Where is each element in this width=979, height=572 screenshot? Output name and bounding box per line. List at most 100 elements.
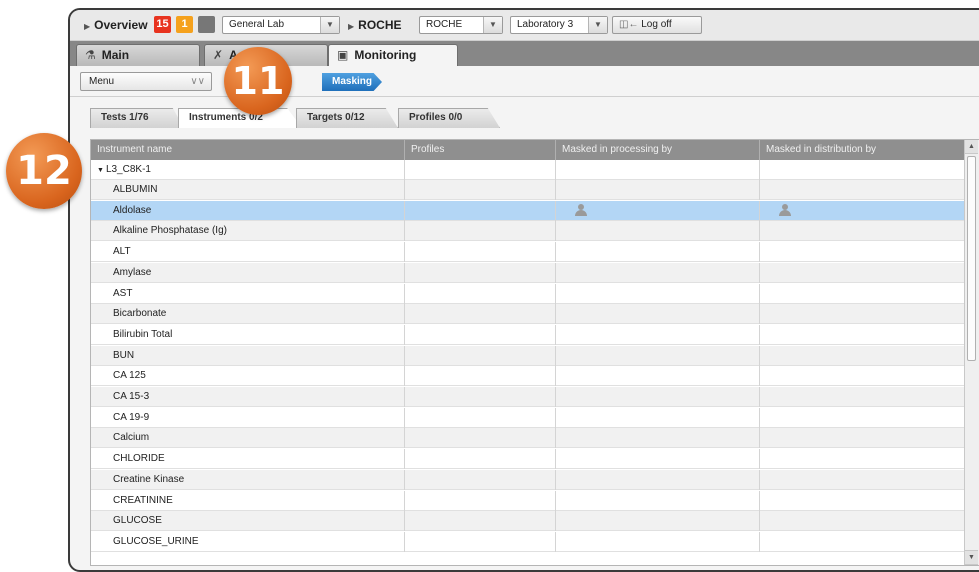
table-row[interactable]: CA 15-3 <box>91 387 965 407</box>
laboratory-select[interactable]: Laboratory 3 ▼ <box>510 16 608 34</box>
table-row[interactable]: CA 125 <box>91 366 965 387</box>
instruments-table: Instrument name Profiles Masked in proce… <box>90 139 979 566</box>
masked-distribution-cell <box>760 221 965 241</box>
table-row[interactable]: BUN <box>91 345 965 366</box>
masked-processing-cell <box>556 324 760 345</box>
subtab-targets[interactable]: Targets 0/12 <box>296 108 398 128</box>
info-badge[interactable] <box>198 16 215 33</box>
roche-select[interactable]: ROCHE ▼ <box>419 16 503 34</box>
column-header-instrument-name[interactable]: Instrument name <box>91 140 405 160</box>
table-row[interactable]: Aldolase <box>91 200 965 221</box>
table-row[interactable]: Creatine Kinase <box>91 469 965 490</box>
subtab-tests[interactable]: Tests 1/76 <box>90 108 184 128</box>
table-row[interactable]: GLUCOSE <box>91 511 965 532</box>
tools-icon: ✗ <box>213 48 224 62</box>
alert-count-badge[interactable]: 15 <box>154 16 171 33</box>
table-row[interactable]: CREATININE <box>91 490 965 511</box>
column-header-profiles[interactable]: Profiles <box>405 140 556 160</box>
scroll-thumb[interactable] <box>967 156 976 361</box>
masked-distribution-cell <box>760 242 965 262</box>
column-header-masked-distribution[interactable]: Masked in distribution by <box>760 140 965 160</box>
dropdown-arrow-icon: ▼ <box>483 17 502 33</box>
subtab-profiles[interactable]: Profiles 0/0 <box>398 108 500 128</box>
triangle-right-icon: ▶ <box>84 22 91 31</box>
masked-processing-cell <box>556 200 760 221</box>
table-row[interactable]: Bicarbonate <box>91 304 965 325</box>
instrument-name-cell: GLUCOSE <box>91 511 405 532</box>
masked-distribution-cell <box>760 408 965 428</box>
instrument-name-cell: CA 19-9 <box>91 407 405 428</box>
table-row[interactable]: Amylase <box>91 262 965 283</box>
instrument-name-cell: BUN <box>91 345 405 366</box>
monitor-icon: ▣ <box>337 48 349 62</box>
triangle-right-icon: ▶ <box>348 22 355 31</box>
table-row[interactable]: CA 19-9 <box>91 407 965 428</box>
overview-link[interactable]: ▶ Overview <box>84 16 148 34</box>
instrument-name-cell: Amylase <box>91 262 405 283</box>
instrument-name-cell: AST <box>91 283 405 304</box>
masked-processing-cell <box>556 160 760 180</box>
profiles-cell <box>405 511 556 532</box>
dropdown-arrow-icon: ▼ <box>320 17 339 33</box>
masked-distribution-cell <box>760 449 965 469</box>
masked-distribution-cell <box>760 201 965 221</box>
masked-distribution-cell <box>760 304 965 324</box>
user-icon <box>575 203 587 216</box>
instrument-name-cell: Bilirubin Total <box>91 324 405 345</box>
tab-main[interactable]: ⚗ Main <box>76 44 200 66</box>
main-tab-bar: ⚗ Main ✗ A ▣ Monitoring <box>70 41 979 66</box>
table-row[interactable]: AST <box>91 283 965 304</box>
expand-triangle-icon[interactable]: ▼ <box>97 167 104 174</box>
profiles-cell <box>405 469 556 490</box>
logoff-button[interactable]: ◫← Log off <box>612 16 702 34</box>
table-row[interactable]: Bilirubin Total <box>91 324 965 345</box>
profiles-cell <box>405 449 556 470</box>
table-row[interactable]: Alkaline Phosphatase (Ig) <box>91 221 965 242</box>
masked-processing-cell <box>556 366 760 387</box>
instrument-name-cell: CREATININE <box>91 490 405 511</box>
scroll-down-icon[interactable]: ▼ <box>965 550 978 565</box>
user-icon <box>779 203 791 216</box>
scroll-up-icon[interactable]: ▲ <box>965 140 978 154</box>
top-bar: ▶ Overview 15 1 General Lab ▼ ▶ ROCHE ROCH… <box>70 10 979 41</box>
lab-select[interactable]: General Lab ▼ <box>222 16 340 34</box>
profiles-cell <box>405 531 556 552</box>
masking-button[interactable]: Masking <box>322 73 382 91</box>
flask-icon: ⚗ <box>85 48 96 62</box>
toolbar: Menu ∨∨ Masking <box>70 66 979 97</box>
table-row[interactable]: ALBUMIN <box>91 180 965 200</box>
roche-link[interactable]: ▶ ROCHE <box>348 16 402 34</box>
instrument-name-cell: Alkaline Phosphatase (Ig) <box>91 221 405 242</box>
callout-11: 11 <box>224 47 292 115</box>
instrument-name-cell: Aldolase <box>91 200 405 221</box>
menu-dropdown[interactable]: Menu ∨∨ <box>80 72 212 91</box>
masked-processing-cell <box>556 304 760 325</box>
masked-processing-cell <box>556 345 760 366</box>
profiles-cell <box>405 324 556 345</box>
logoff-icon: ◫← <box>619 19 639 30</box>
table-row[interactable]: Calcium <box>91 428 965 449</box>
masked-processing-cell <box>556 180 760 200</box>
subtab-instruments[interactable]: Instruments 0/2 <box>178 108 302 128</box>
profiles-cell <box>405 366 556 387</box>
warning-count-badge[interactable]: 1 <box>176 16 193 33</box>
table-row[interactable]: GLUCOSE_URINE <box>91 531 965 552</box>
masked-distribution-cell <box>760 325 965 345</box>
group-row[interactable]: ▼ L3_C8K-1 <box>91 160 965 180</box>
profiles-cell <box>405 200 556 221</box>
tab-monitoring[interactable]: ▣ Monitoring <box>328 44 458 66</box>
table-row[interactable]: CHLORIDE <box>91 449 965 470</box>
column-header-masked-processing[interactable]: Masked in processing by <box>556 140 760 160</box>
table-row[interactable]: ALT <box>91 242 965 263</box>
profiles-cell <box>405 160 556 180</box>
profiles-cell <box>405 490 556 511</box>
masked-processing-cell <box>556 449 760 470</box>
masked-processing-cell <box>556 283 760 304</box>
masked-distribution-cell <box>760 366 965 386</box>
masked-distribution-cell <box>760 387 965 407</box>
table-header: Instrument name Profiles Masked in proce… <box>91 140 965 160</box>
vertical-scrollbar[interactable]: ▲ ▼ <box>964 140 979 565</box>
masked-processing-cell <box>556 262 760 283</box>
masked-distribution-cell <box>760 180 965 200</box>
profiles-cell <box>405 283 556 304</box>
